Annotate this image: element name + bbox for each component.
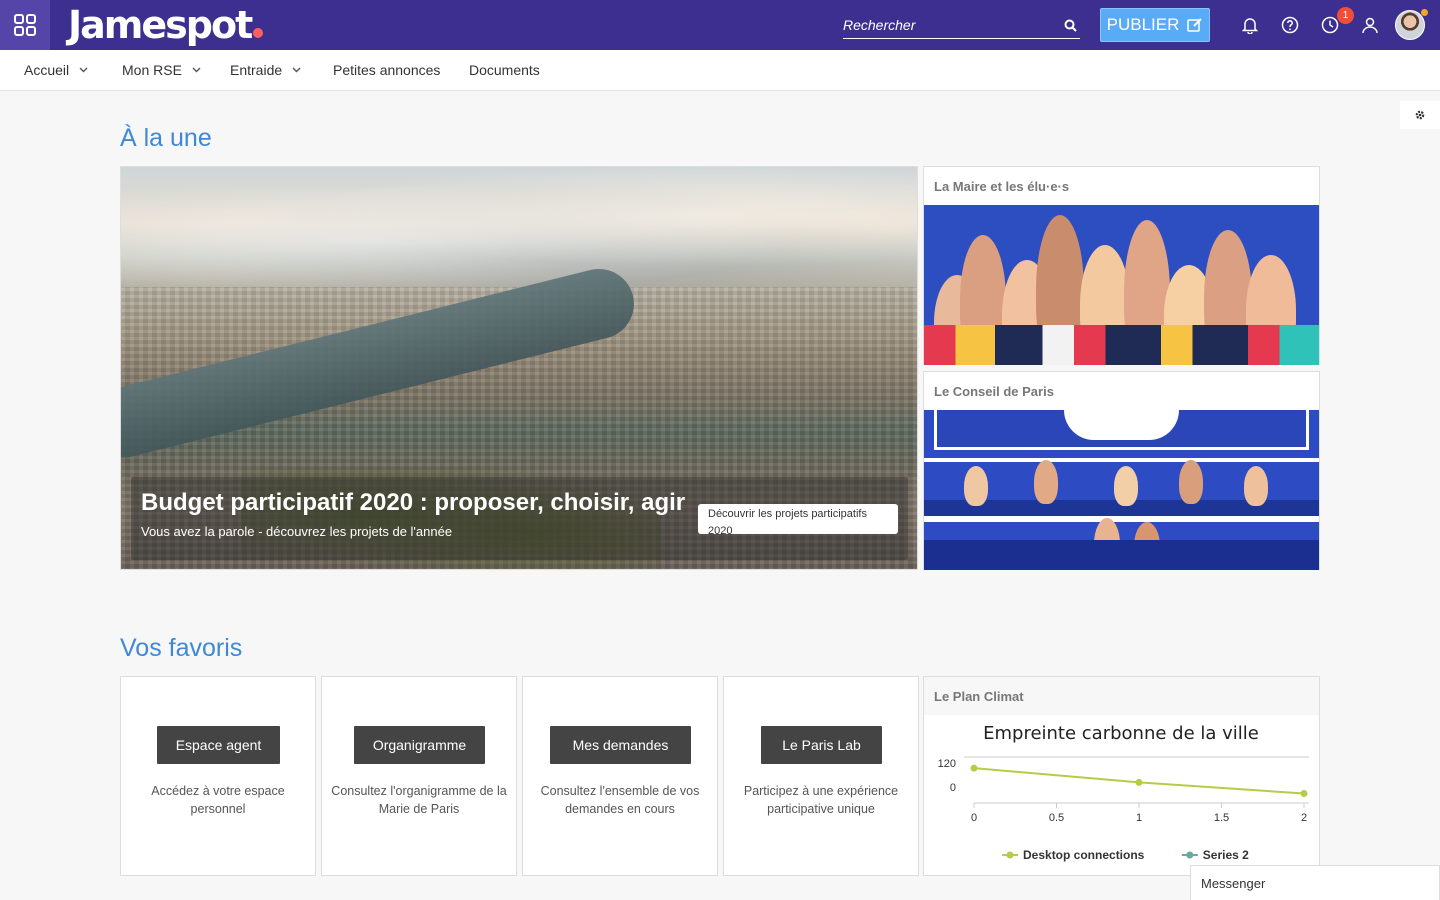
nav-item-petites-annonces[interactable]: Petites annonces — [333, 50, 440, 90]
x-tick-label: 1 — [1136, 812, 1142, 824]
favorite-mes-demandes: Mes demandes Consultez l'ensemble de vos… — [522, 676, 718, 876]
edit-icon — [1187, 18, 1203, 32]
espace-agent-button[interactable]: Espace agent — [157, 726, 280, 764]
nav-item-mon-rse[interactable]: Mon RSE — [122, 50, 201, 90]
card-conseil-paris[interactable]: Le Conseil de Paris — [923, 371, 1320, 570]
card-title: La Maire et les élu·e·s — [934, 178, 1070, 194]
paris-lab-button[interactable]: Le Paris Lab — [761, 726, 882, 764]
nav-item-label: Accueil — [24, 62, 70, 78]
status-dot — [1421, 9, 1428, 16]
favorite-description: Consultez l'ensemble de vos demandes en … — [540, 784, 700, 816]
legend-label: Series 2 — [1203, 848, 1249, 862]
section-title-favoris: Vos favoris — [120, 634, 243, 662]
jamespot-logo[interactable]: Jamespot — [68, 3, 264, 47]
legend-marker — [1186, 851, 1194, 859]
hero-cta-button[interactable]: Découvrir les projets participatifs 2020 — [698, 504, 898, 537]
hero-title[interactable]: Budget participatif 2020 : proposer, cho… — [141, 489, 685, 517]
page-settings-button[interactable] — [1400, 101, 1440, 129]
nav-item-documents[interactable]: Documents — [469, 50, 540, 90]
user-icon — [1362, 17, 1378, 34]
organigramme-button[interactable]: Organigramme — [354, 726, 485, 764]
clock-icon — [1321, 16, 1339, 34]
bell-icon — [1242, 18, 1258, 34]
nav-item-label: Entraide — [230, 62, 283, 78]
y-tick-label: 120 — [938, 758, 956, 770]
section-title-une: À la une — [120, 124, 212, 152]
nav-item-accueil[interactable]: Accueil — [24, 50, 88, 90]
card-title: Le Plan Climat — [924, 677, 1319, 715]
x-tick-label: 1.5 — [1214, 812, 1229, 824]
legend-label: Desktop connections — [1023, 848, 1145, 862]
search-bar — [843, 12, 1080, 39]
data-point — [1135, 778, 1143, 786]
gear-icon — [1415, 110, 1425, 120]
data-point — [970, 764, 978, 772]
legend-marker — [1006, 851, 1014, 859]
plan-climat-card: Le Plan Climat Empreinte carbonne de la … — [923, 676, 1320, 876]
favorite-description: Participez à une expérience participativ… — [743, 784, 899, 816]
nav-item-label: Mon RSE — [122, 62, 182, 78]
x-tick-label: 0 — [971, 812, 977, 824]
publish-label: PUBLIER — [1106, 15, 1180, 34]
messenger-tab[interactable]: Messenger — [1190, 865, 1440, 900]
x-tick-label: 0.5 — [1049, 812, 1064, 824]
hero-banner[interactable]: Budget participatif 2020 : proposer, cho… — [120, 166, 918, 570]
search-icon[interactable] — [1060, 15, 1080, 35]
publish-button[interactable]: PUBLIER — [1100, 8, 1210, 42]
profile-button[interactable] — [1358, 13, 1382, 37]
nav-item-label: Petites annonces — [333, 62, 441, 78]
help-button[interactable] — [1278, 13, 1302, 37]
main-nav: Accueil Mon RSE Entraide Petites annonce… — [0, 50, 1440, 91]
card-maire-elus[interactable]: La Maire et les élu·e·s — [923, 166, 1320, 365]
mes-demandes-button[interactable]: Mes demandes — [550, 726, 691, 764]
logo-dot — [253, 28, 264, 38]
conseil-illustration — [924, 410, 1319, 570]
notification-badge: 1 — [1337, 7, 1354, 24]
apps-grid-icon — [14, 14, 36, 36]
top-bar: Jamespot PUBLIER 1 — [0, 0, 1440, 50]
nav-item-label: Documents — [469, 62, 540, 78]
favorite-description: Accédez à votre espace personnel — [151, 784, 285, 816]
nav-item-entraide[interactable]: Entraide — [230, 50, 301, 90]
favorite-espace-agent: Espace agent Accédez à votre espace pers… — [120, 676, 316, 876]
hero-sky — [121, 167, 917, 287]
help-icon — [1281, 16, 1299, 34]
apps-grid-button[interactable] — [0, 0, 50, 50]
x-tick-label: 2 — [1301, 812, 1307, 824]
search-input[interactable] — [843, 17, 1060, 33]
card-title: Le Conseil de Paris — [934, 383, 1054, 399]
maire-illustration — [924, 205, 1319, 365]
logo-text: Jamespot — [68, 3, 253, 47]
favorite-organigramme: Organigramme Consultez l'organigramme de… — [321, 676, 517, 876]
messenger-label: Messenger — [1201, 875, 1266, 891]
notifications-button[interactable] — [1238, 13, 1262, 37]
favorite-paris-lab: Le Paris Lab Participez à une expérience… — [723, 676, 919, 876]
hero-subtitle: Vous avez la parole - découvrez les proj… — [141, 524, 453, 539]
chevron-down-icon — [79, 67, 88, 73]
data-point — [1300, 790, 1308, 797]
chevron-down-icon — [292, 67, 301, 73]
carbon-footprint-chart: Empreinte carbonne de la ville 120 0 0 0.5 1 1… — [938, 723, 1309, 862]
user-avatar[interactable] — [1395, 10, 1425, 40]
chart-title: Empreinte carbonne de la ville — [983, 723, 1259, 744]
chevron-down-icon — [192, 67, 201, 73]
y-tick-label: 0 — [950, 782, 956, 794]
favorite-description: Consultez l'organigramme de la Marie de … — [331, 784, 507, 816]
